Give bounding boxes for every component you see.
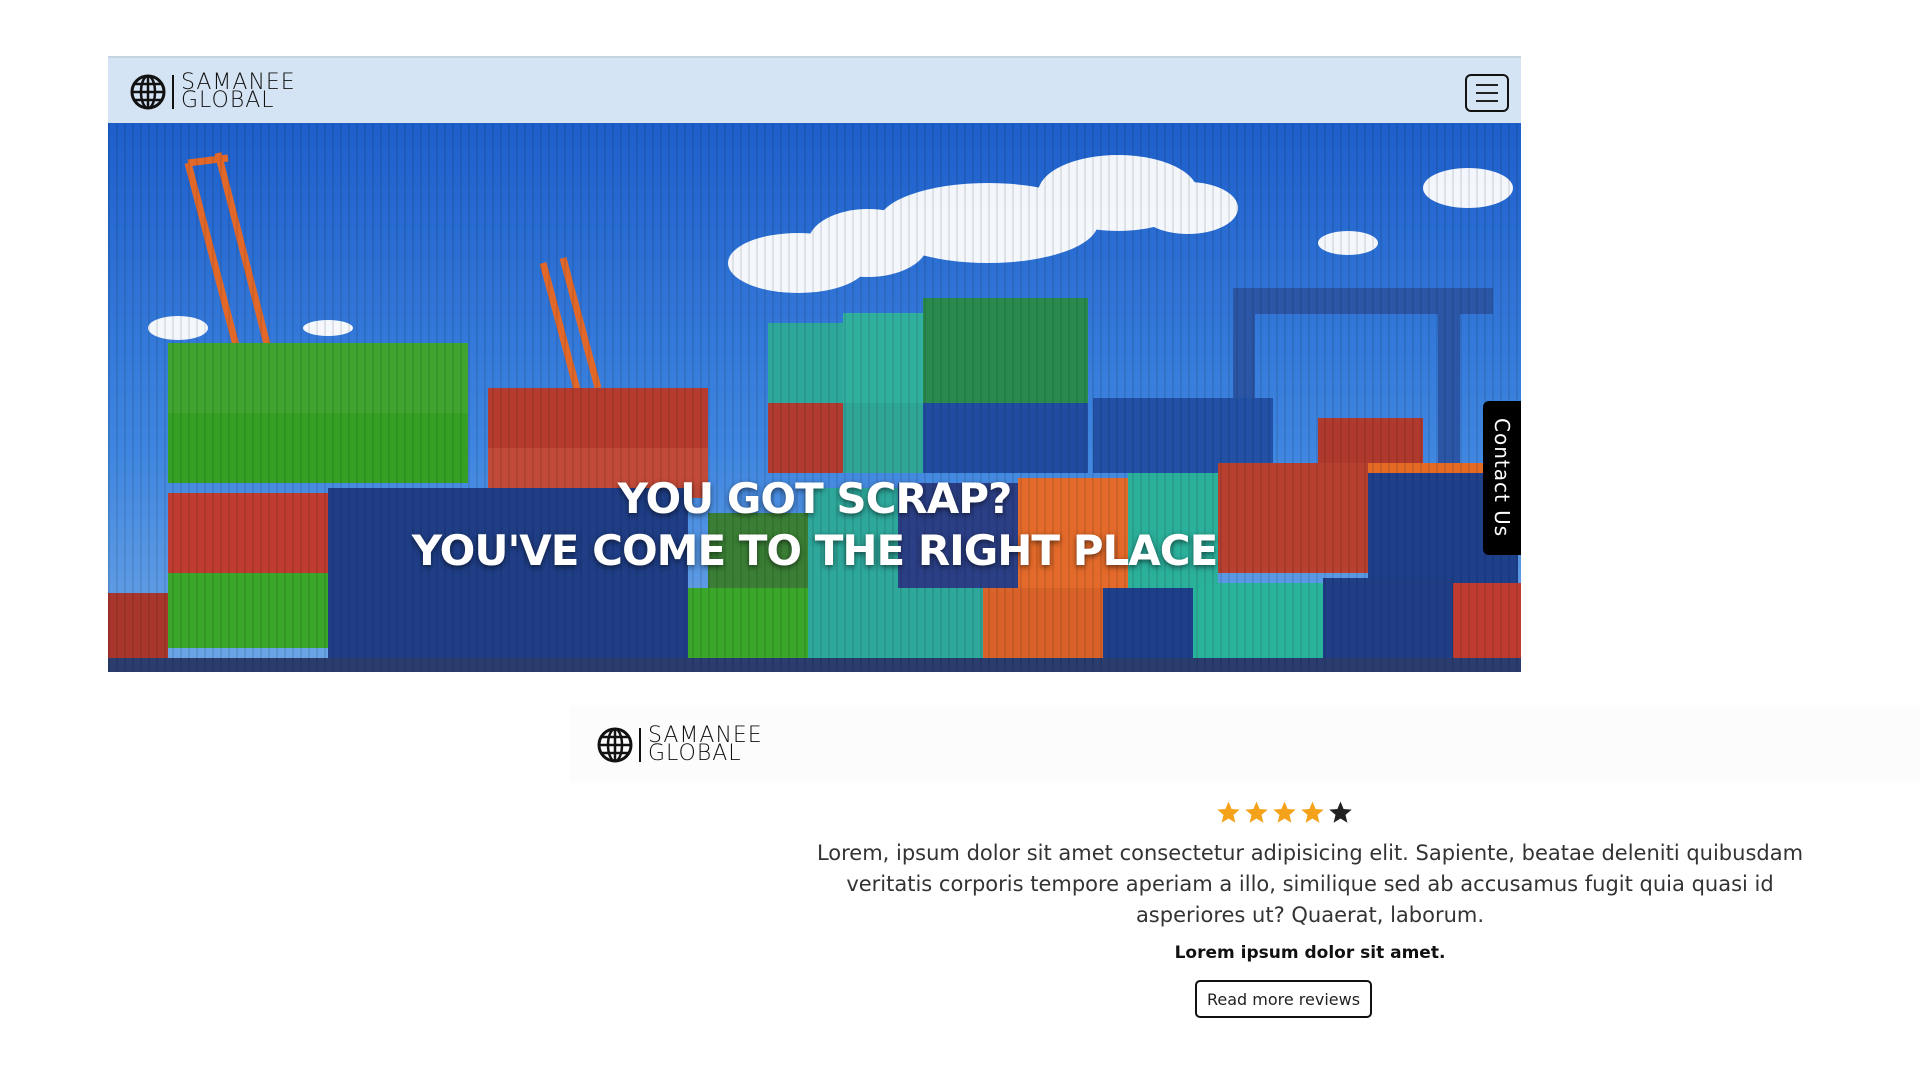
contact-us-tab[interactable]: Contact Us — [1483, 401, 1521, 555]
section-brand-logo: SAMANEE GLOBAL — [597, 725, 763, 766]
menu-toggle-button[interactable] — [1465, 74, 1509, 112]
hamburger-icon-bar — [1476, 100, 1498, 102]
globe-icon — [130, 74, 166, 110]
globe-icon — [597, 727, 633, 763]
brand-wordmark: SAMANEE GLOBAL — [648, 725, 763, 766]
star-empty-icon — [1329, 801, 1352, 823]
hamburger-icon-bar — [1476, 92, 1498, 94]
logo-divider — [639, 728, 641, 762]
hamburger-icon — [1476, 84, 1498, 86]
brand-line2: GLOBAL — [648, 741, 742, 766]
logo-strip — [570, 705, 1920, 783]
hero-headline: YOU GOT SCRAP? YOU'VE COME TO THE RIGHT … — [108, 473, 1521, 577]
star-filled-icon — [1273, 801, 1296, 823]
contact-us-label: Contact Us — [1490, 418, 1514, 538]
hero-card: SAMANEE GLOBAL YOU GOT SCRAP? YOU'VE COM… — [108, 56, 1521, 672]
review-text: Lorem, ipsum dolor sit amet consectetur … — [816, 841, 1804, 927]
brand-wordmark: SAMANEE GLOBAL — [181, 72, 296, 113]
navbar: SAMANEE GLOBAL — [108, 56, 1521, 123]
logo-divider — [172, 75, 174, 109]
star-rating — [1216, 800, 1353, 825]
hero-headline-line2: YOU'VE COME TO THE RIGHT PLACE — [411, 526, 1219, 575]
star-filled-icon — [1301, 801, 1324, 823]
brand-logo[interactable]: SAMANEE GLOBAL — [130, 72, 296, 113]
container-port-image — [108, 123, 1521, 672]
star-filled-icon — [1217, 801, 1240, 823]
brand-line2: GLOBAL — [181, 88, 275, 113]
hero-banner: YOU GOT SCRAP? YOU'VE COME TO THE RIGHT … — [108, 123, 1521, 672]
review-author: Lorem ipsum dolor sit amet. — [1174, 943, 1446, 963]
read-more-reviews-button[interactable]: Read more reviews — [1195, 980, 1372, 1018]
star-filled-icon — [1245, 801, 1268, 823]
hero-headline-line1: YOU GOT SCRAP? — [617, 474, 1013, 523]
